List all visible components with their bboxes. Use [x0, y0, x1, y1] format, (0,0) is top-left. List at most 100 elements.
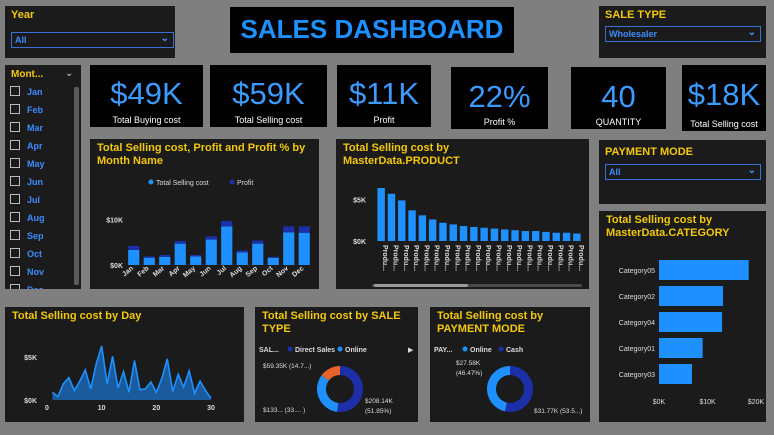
x-tick: Produ...	[422, 245, 429, 271]
payment-mode-chart-svg[interactable]: PAY... Online Cash $27.58K (46.47%) $31.77K (…	[430, 307, 590, 422]
checkbox[interactable]	[10, 230, 20, 240]
checkbox[interactable]	[10, 104, 20, 114]
x-tick: Jul	[216, 265, 228, 277]
x-tick: Produ...	[556, 245, 563, 271]
chevron-down-icon: ⌄	[65, 68, 74, 79]
bar-product	[439, 222, 447, 241]
checkbox[interactable]	[10, 284, 20, 289]
data-label: $27.58K	[456, 360, 481, 367]
kpi-card-buying-cost: $49K Total Buying cost	[90, 65, 203, 127]
x-tick: Produ...	[474, 245, 481, 271]
x-tick: Produ...	[536, 245, 543, 271]
month-option-may[interactable]: May	[10, 158, 45, 170]
category-chart-svg[interactable]: Category05 Category02 Category04 Category01…	[599, 211, 766, 422]
month-option-label: Dec	[27, 285, 44, 289]
checkbox[interactable]	[10, 194, 20, 204]
checkbox[interactable]	[10, 158, 20, 168]
legend-title: PAY...	[434, 347, 452, 354]
bar-product	[501, 229, 509, 241]
product-chart-svg[interactable]: $5K$0KProdu... Produ... Produ... Produ... Pr…	[336, 139, 589, 289]
kpi-value: $11K	[348, 76, 420, 111]
checkbox[interactable]	[10, 176, 20, 186]
month-option-sep[interactable]: Sep	[10, 230, 44, 242]
y-tick: Category01	[619, 346, 655, 353]
kpi-label: QUANTITY	[595, 117, 642, 127]
chart-month: Total Selling cost, Profit and Profit % …	[90, 139, 319, 289]
checkbox[interactable]	[10, 140, 20, 150]
kpi-value: $59K	[232, 76, 305, 111]
bar-profit	[221, 220, 233, 227]
data-label: $133... (33.... )	[263, 407, 305, 414]
month-option-oct[interactable]: Oct	[10, 248, 42, 260]
month-option-aug[interactable]: Aug	[10, 212, 45, 224]
page-title: SALES DASHBOARD	[240, 14, 504, 44]
month-option-jun[interactable]: Jun	[10, 176, 43, 188]
sale-type-chart-svg[interactable]: SAL... Direct Sales Online ▶ $59.35K (14.7..…	[255, 307, 418, 422]
kpi-value: 40	[601, 79, 636, 114]
payment-mode-slicer: PAYMENT MODE All ⌄	[599, 140, 766, 204]
bar-profit	[205, 236, 217, 240]
x-tick: Produ...	[567, 245, 574, 271]
x-tick: Jun	[198, 265, 212, 278]
month-option-jan[interactable]: Jan	[10, 86, 43, 98]
bar-product	[377, 187, 385, 241]
month-option-label: Jun	[27, 177, 44, 187]
y-tick: Category03	[619, 372, 655, 379]
y-tick: $5K	[24, 355, 37, 362]
x-tick: Produ...	[546, 245, 553, 271]
year-slicer-label: Year	[11, 9, 35, 21]
kpi-card-selling-cost: $59K Total Selling cost	[210, 65, 327, 127]
y-tick: $0K	[353, 239, 366, 246]
day-chart-svg[interactable]: $5K $0K 0 10 20 30	[5, 307, 244, 422]
y-tick: $0K	[110, 263, 123, 270]
bar-product	[387, 193, 396, 241]
donut-slice	[317, 375, 339, 412]
scrollbar[interactable]	[74, 87, 79, 285]
month-option-jul[interactable]: Jul	[10, 194, 40, 206]
x-tick: Mar	[152, 265, 166, 279]
month-option-nov[interactable]: Nov	[10, 266, 44, 278]
month-option-label: Jul	[27, 195, 41, 205]
x-tick: Produ...	[402, 245, 409, 271]
data-label: (46.47%)	[456, 370, 482, 377]
payment-mode-dropdown[interactable]: All ⌄	[605, 164, 761, 180]
bar-profit	[252, 240, 264, 244]
bar-category	[659, 312, 723, 332]
month-chart-svg[interactable]: Total Selling cost Profit $10K $0KJan Feb Mar…	[90, 139, 319, 289]
x-tick: Aug	[229, 265, 244, 279]
month-option-mar[interactable]: Mar	[10, 122, 43, 134]
x-tick: 30	[207, 405, 215, 412]
x-tick: Jan	[121, 265, 135, 278]
x-tick: Produ...	[391, 245, 398, 271]
x-tick: Produ...	[464, 245, 471, 271]
bar-selling	[143, 257, 155, 265]
x-tick: 20	[152, 405, 160, 412]
sale-type-dropdown[interactable]: Wholesaler ⌄	[605, 26, 761, 42]
checkbox[interactable]	[10, 86, 20, 96]
bar-product	[480, 227, 488, 241]
chart-day: Total Selling cost by Day $5K $0K 0 10 20 30	[5, 307, 244, 422]
checkbox[interactable]	[10, 266, 20, 276]
legend-marker	[287, 346, 293, 352]
month-option-apr[interactable]: Apr	[10, 140, 43, 152]
checkbox[interactable]	[10, 212, 20, 222]
month-option-dec[interactable]: Dec	[10, 284, 44, 289]
x-tick: Produ...	[505, 245, 512, 271]
payment-mode-dropdown-value: All	[609, 167, 621, 177]
month-option-feb[interactable]: Feb	[10, 104, 43, 116]
x-tick: Apr	[168, 265, 182, 278]
legend-marker	[337, 346, 343, 352]
legend-label: Online	[345, 347, 367, 354]
dashboard-title-box: SALES DASHBOARD	[230, 7, 514, 53]
data-label: (51.85%)	[365, 408, 391, 415]
x-tick: 0	[45, 405, 49, 412]
bar-product	[418, 215, 427, 241]
bar-profit	[190, 255, 202, 257]
sale-type-slicer: SALE TYPE Wholesaler ⌄	[599, 6, 766, 58]
checkbox[interactable]	[10, 122, 20, 132]
checkbox[interactable]	[10, 248, 20, 258]
year-dropdown[interactable]: All ⌄	[11, 32, 174, 48]
x-tick: Nov	[275, 265, 290, 279]
bar-selling	[236, 252, 248, 265]
x-tick: $10K	[699, 399, 716, 406]
